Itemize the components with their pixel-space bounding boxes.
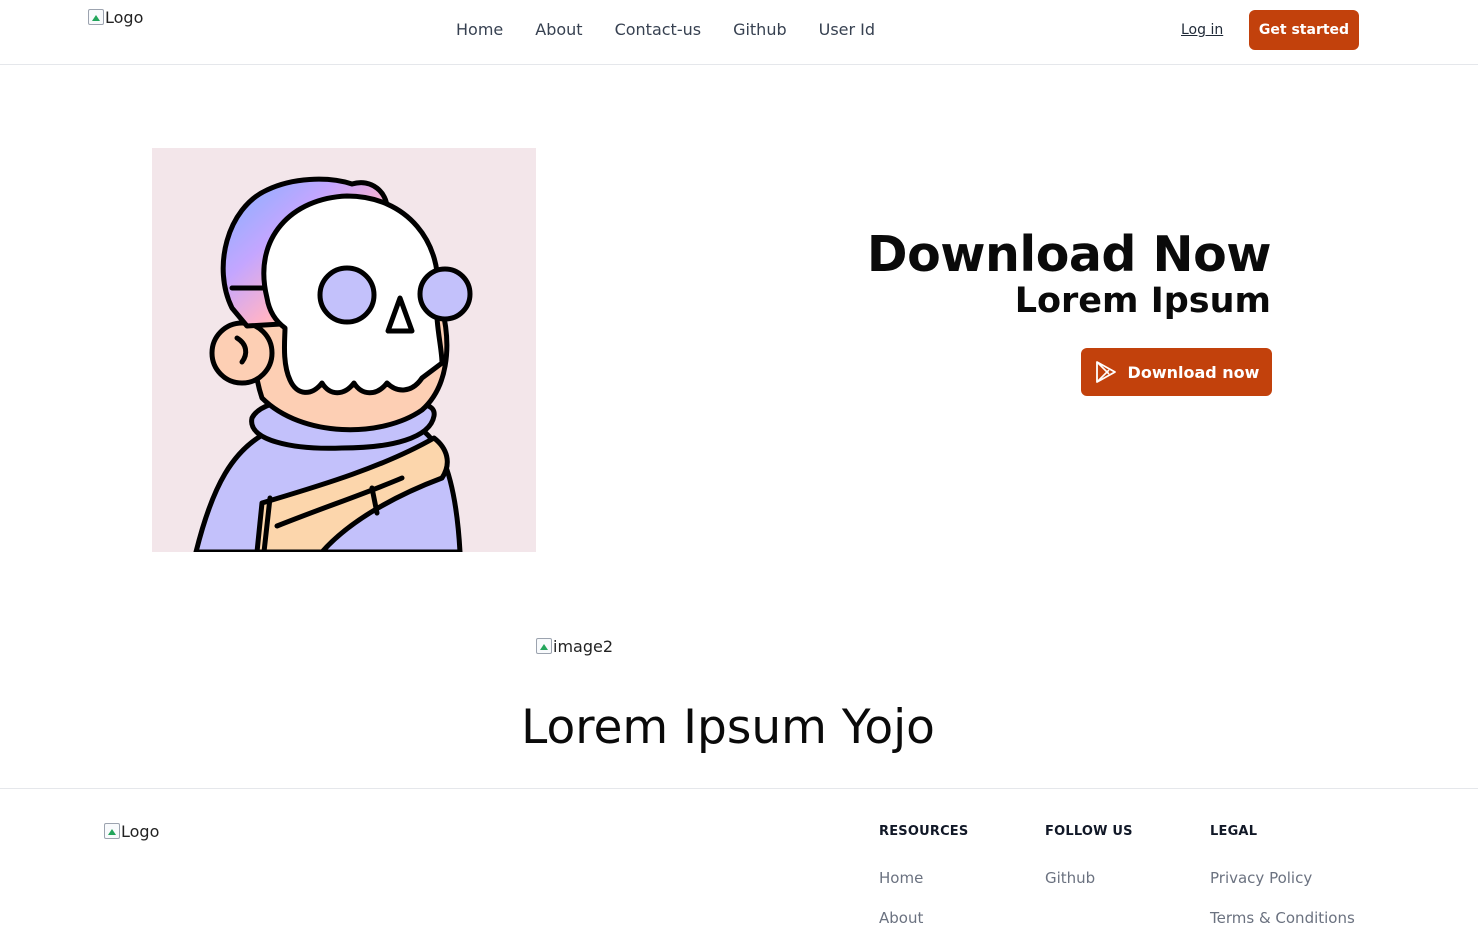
footer-col-follow-us: FOLLOW US Github: [1045, 823, 1133, 908]
nav-user-id[interactable]: User Id: [803, 19, 891, 41]
broken-image-icon: [536, 638, 552, 654]
site-footer: Logo RESOURCES Home About FOLLOW US Gith…: [0, 788, 1478, 949]
image2-placeholder: image2: [536, 638, 613, 656]
skull-character-icon: [193, 176, 473, 552]
download-now-label: Download now: [1127, 362, 1260, 382]
footer-logo-alt: Logo: [121, 822, 160, 841]
broken-image-icon: [88, 9, 104, 25]
nav-home[interactable]: Home: [440, 19, 519, 41]
footer-heading-legal: LEGAL: [1210, 824, 1258, 839]
footer-logo[interactable]: Logo: [104, 823, 159, 841]
footer-col-legal: LEGAL Privacy Policy Terms & Conditions: [1210, 823, 1355, 948]
download-now-button[interactable]: Download now: [1081, 348, 1272, 396]
footer-link-about[interactable]: About: [879, 909, 923, 927]
footer-col-resources: RESOURCES Home About: [879, 823, 968, 948]
hero-text: Download Now Lorem Ipsum: [866, 226, 1272, 321]
broken-image-icon: [104, 823, 120, 839]
get-started-button[interactable]: Get started: [1249, 10, 1359, 50]
footer-link-home[interactable]: Home: [879, 869, 923, 887]
main-nav: Home About Contact-us Github User Id: [440, 19, 891, 41]
login-link[interactable]: Log in: [1170, 20, 1234, 40]
play-store-icon: [1095, 361, 1116, 383]
hero-illustration: [152, 148, 536, 552]
hero-title: Download Now: [866, 226, 1272, 283]
footer-heading-resources: RESOURCES: [879, 824, 969, 839]
nav-contact-us[interactable]: Contact-us: [599, 19, 718, 41]
site-header: Logo Home About Contact-us Github User I…: [0, 0, 1478, 65]
section-title: Lorem Ipsum Yojo: [521, 700, 935, 755]
header-logo-alt: Logo: [105, 8, 144, 27]
nav-about[interactable]: About: [519, 19, 598, 41]
footer-link-github[interactable]: Github: [1045, 869, 1095, 887]
image2-alt: image2: [553, 637, 614, 656]
footer-link-privacy-policy[interactable]: Privacy Policy: [1210, 869, 1312, 887]
hero-subtitle: Lorem Ipsum: [1014, 281, 1271, 321]
nav-github[interactable]: Github: [717, 19, 803, 41]
footer-heading-follow-us: FOLLOW US: [1045, 824, 1133, 839]
footer-link-terms[interactable]: Terms & Conditions: [1210, 909, 1355, 927]
header-logo[interactable]: Logo: [88, 9, 143, 27]
